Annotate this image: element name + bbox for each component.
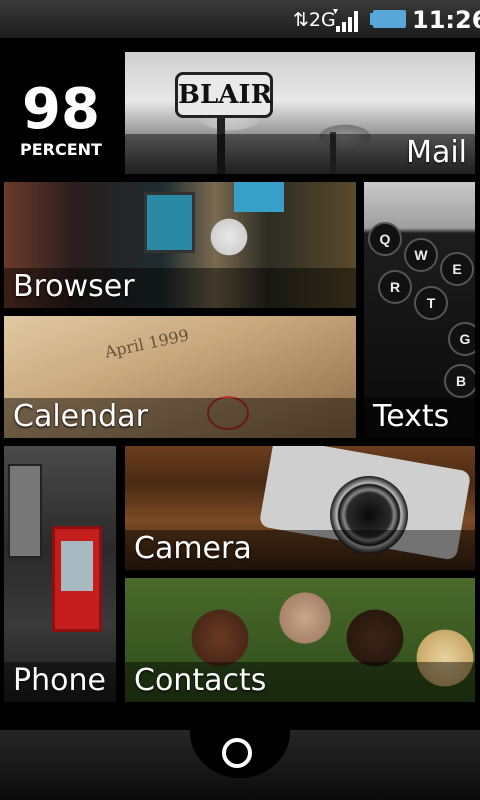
signal-icon	[333, 9, 358, 32]
tile-mail[interactable]: BLAIR Mail	[125, 52, 475, 174]
battery-icon	[370, 10, 406, 28]
tile-label-browser: Browser	[13, 269, 135, 304]
tile-label-bar: Browser	[4, 268, 356, 308]
network-indicator: ⇅2G	[293, 9, 336, 31]
tile-calendar[interactable]: April 1999 Calendar	[4, 316, 356, 438]
battery-percent-unit: PERCENT	[20, 140, 102, 159]
typewriter-key: B	[444, 364, 475, 398]
tile-label-camera: Camera	[134, 531, 252, 566]
status-bar: ⇅2G 11:26	[0, 0, 480, 39]
tile-label-mail: Mail	[406, 135, 467, 170]
phone-image-window	[8, 464, 42, 558]
battery-widget[interactable]: 98 PERCENT	[4, 52, 118, 174]
typewriter-key: W	[404, 238, 438, 272]
calendar-image-text: April 1999	[102, 325, 191, 362]
tile-phone[interactable]: Phone	[4, 446, 116, 702]
tile-browser[interactable]: Browser	[4, 182, 356, 308]
clock: 11:26	[412, 6, 480, 34]
tile-label-bar: Camera	[125, 530, 475, 570]
typewriter-key: Q	[368, 222, 402, 256]
phone-booth-image	[52, 526, 102, 632]
bottom-bar	[0, 728, 480, 800]
tile-label-bar: Calendar	[4, 398, 356, 438]
battery-percent-value: 98	[22, 77, 100, 142]
tile-label-calendar: Calendar	[13, 399, 148, 434]
tile-label-texts: Texts	[373, 399, 450, 434]
typewriter-key: E	[440, 252, 474, 286]
tile-label-bar: Phone	[4, 662, 116, 702]
typewriter-key: R	[378, 270, 412, 304]
tile-label-bar: Mail	[125, 134, 475, 174]
mailbox-image-text: BLAIR	[175, 72, 273, 118]
tile-texts[interactable]: Q W E R T G B Texts	[364, 182, 475, 438]
tile-camera[interactable]: Camera	[125, 446, 475, 570]
tile-contacts[interactable]: Contacts	[125, 578, 475, 702]
typewriter-key: T	[414, 286, 448, 320]
browser-image-screen	[144, 192, 195, 253]
typewriter-key: G	[448, 322, 475, 356]
tile-label-bar: Contacts	[125, 662, 475, 702]
tile-label-phone: Phone	[13, 663, 106, 698]
tile-label-contacts: Contacts	[134, 663, 267, 698]
browser-image-screen	[234, 182, 284, 212]
tile-label-bar: Texts	[364, 398, 475, 438]
home-ring-icon[interactable]	[222, 738, 252, 768]
